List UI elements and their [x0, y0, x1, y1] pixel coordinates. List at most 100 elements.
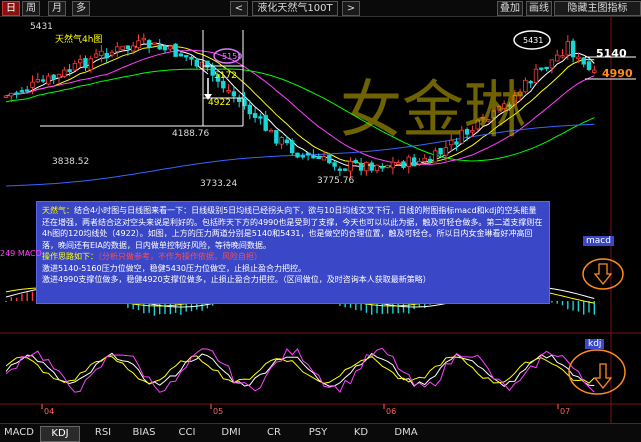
candle-body	[168, 45, 173, 50]
candle-body	[422, 157, 427, 162]
price-label-center-mid: 4188.76	[172, 129, 210, 139]
candle-body	[279, 137, 284, 145]
candle-body	[433, 150, 438, 163]
candle-body	[189, 56, 194, 60]
overlay-button[interactable]: 叠加	[497, 1, 523, 16]
candle-body	[395, 162, 401, 165]
analysis-annotation-box: 天然气：结合4小时图与日线图来看一下：日线级别5日均线已经拐头向下，欲与10日均…	[36, 201, 550, 304]
candle-body	[274, 130, 279, 144]
candle-body	[56, 73, 62, 79]
tab-rsi[interactable]: RSI	[86, 426, 120, 440]
candle-body	[560, 55, 565, 58]
candle-body	[19, 90, 25, 93]
kdj-k-line	[5, 352, 595, 388]
candle-body	[586, 61, 592, 70]
candle-body	[67, 69, 72, 73]
price-label-high-right: 5431	[523, 36, 544, 45]
tab-macd[interactable]: MACD	[0, 426, 38, 440]
candle-body	[417, 160, 422, 165]
tab-kdj[interactable]: KDJ	[40, 426, 80, 442]
tab-bias[interactable]: BIAS	[126, 426, 162, 440]
candle-body	[173, 43, 178, 57]
candle-body	[146, 40, 152, 48]
tab-dma[interactable]: DMA	[388, 426, 424, 440]
candle-body	[348, 160, 353, 172]
tab-kd[interactable]: KD	[344, 426, 378, 440]
next-symbol-button[interactable]: >	[342, 1, 360, 16]
x-label-07: 07	[560, 407, 571, 416]
support-level-value: 4990	[602, 67, 633, 80]
strategy-disclaimer: （分析只做参考，不作为操作依据，风险自担）	[98, 252, 262, 261]
inset-support-value: 4922	[208, 98, 231, 108]
period-month-button[interactable]: 月	[48, 1, 66, 16]
candle-body	[576, 56, 581, 60]
candle-body	[316, 155, 321, 160]
candle-body	[9, 92, 14, 97]
candle-body	[300, 155, 305, 158]
candle-body	[141, 37, 146, 41]
candle-body	[104, 53, 109, 59]
candle-body	[99, 50, 104, 56]
candle-body	[157, 44, 162, 50]
candle-body	[311, 155, 316, 159]
candle-body	[46, 75, 51, 85]
hide-indicator-button[interactable]: 隐藏主图指标	[554, 1, 641, 16]
kdj-j-line	[5, 347, 595, 394]
period-day-button[interactable]: 日	[2, 1, 20, 16]
tab-psy[interactable]: PSY	[300, 426, 336, 440]
macd-side-label: 249 MACD	[0, 249, 42, 258]
inset-circle-value: 5150	[222, 52, 243, 61]
annotation-body: 结合4小时图与日线图来看一下：日线级别5日均线已经拐头向下，欲与10日均线交叉下…	[42, 206, 543, 250]
price-label-low-2: 3775.76	[317, 176, 355, 186]
candle-body	[130, 45, 136, 52]
candle-body	[364, 161, 369, 172]
candle-body	[221, 80, 226, 89]
tab-cr[interactable]: CR	[258, 426, 290, 440]
candle-body	[14, 92, 19, 95]
period-more-button[interactable]: 多	[72, 1, 90, 16]
candle-body	[109, 51, 115, 56]
indicator-tab-bar: MACD KDJ RSI BIAS CCI DMI CR PSY KD DMA	[0, 423, 641, 442]
kdj-label: kdj	[585, 339, 605, 349]
strategy-long: 激进4990支撑位做多，稳健4920支撑位做多，止损止盈合力把控。（区间做位，及…	[42, 275, 431, 284]
price-label-low-1: 3733.24	[200, 179, 238, 189]
candle-body	[390, 161, 396, 169]
candle-body	[539, 67, 544, 70]
candle-body	[40, 79, 46, 82]
draw-line-button[interactable]: 画线	[526, 1, 552, 16]
candle-body	[263, 115, 268, 131]
candle-body	[570, 40, 576, 58]
kdj-circle-marker	[568, 349, 626, 395]
prev-symbol-button[interactable]: <	[230, 1, 248, 16]
x-label-05: 05	[213, 407, 224, 416]
resistance-level-value: 5140	[596, 47, 627, 60]
candle-body	[115, 46, 120, 52]
candle-body	[136, 40, 141, 49]
candle-body	[284, 139, 290, 144]
candle-body	[427, 158, 433, 163]
period-week-button[interactable]: 周	[22, 1, 40, 16]
candle-body	[30, 81, 35, 88]
candle-body	[549, 59, 555, 69]
candle-body	[120, 45, 125, 50]
candle-body	[342, 168, 348, 171]
candle-body	[369, 162, 374, 171]
candle-body	[247, 104, 252, 115]
candle-body	[162, 45, 168, 51]
candle-body	[268, 130, 274, 133]
candle-body	[72, 62, 78, 71]
candle-body	[353, 160, 358, 164]
candle-body	[385, 164, 390, 168]
x-label-06: 06	[386, 407, 397, 416]
tab-dmi[interactable]: DMI	[214, 426, 248, 440]
price-label-left-mid: 3838.52	[52, 157, 90, 167]
symbol-title: 液化天然气100T	[252, 1, 338, 16]
tab-cci[interactable]: CCI	[170, 426, 204, 440]
candle-body	[62, 69, 67, 77]
candle-body	[380, 166, 385, 169]
candle-body	[555, 54, 560, 62]
candle-body	[289, 140, 295, 154]
candle-body	[3, 95, 9, 98]
price-label-high-left: 5431	[30, 22, 53, 32]
watermark-text: 女金琳	[340, 73, 526, 146]
